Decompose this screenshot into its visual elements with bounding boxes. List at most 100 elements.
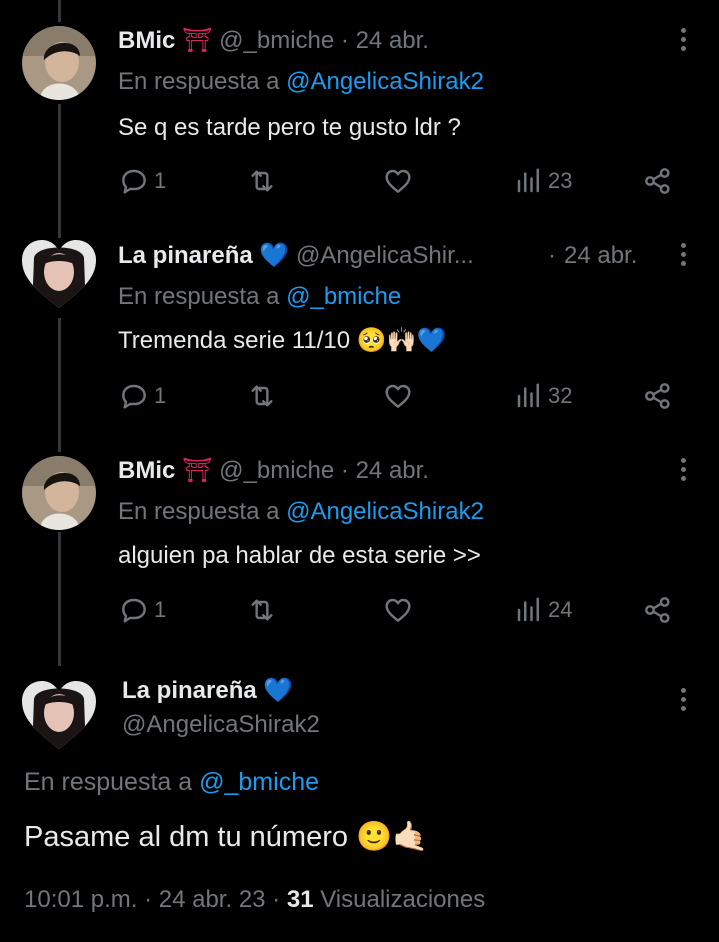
tweet-header: BMic ⛩ @_bmiche · 24 abr. bbox=[118, 26, 429, 56]
share-button[interactable] bbox=[642, 165, 674, 197]
like-button[interactable] bbox=[382, 165, 414, 197]
author-handle[interactable]: @_bmiche bbox=[219, 457, 334, 484]
reply-button[interactable]: 1 bbox=[118, 165, 166, 197]
more-icon[interactable] bbox=[681, 28, 689, 55]
author-name[interactable]: La pinareña bbox=[122, 677, 257, 704]
avatar[interactable] bbox=[22, 456, 96, 530]
avatar[interactable] bbox=[22, 238, 96, 312]
reply-prefix: En respuesta a bbox=[118, 498, 280, 525]
more-icon[interactable] bbox=[681, 458, 689, 485]
retweet-icon bbox=[251, 170, 273, 192]
tweet-date[interactable]: 24 abr. bbox=[356, 27, 429, 54]
reply-button[interactable]: 1 bbox=[118, 380, 166, 412]
blue-heart-emoji: 💙 bbox=[259, 242, 290, 269]
blue-heart-emoji: 💙 bbox=[263, 677, 294, 704]
share-icon bbox=[645, 168, 670, 194]
like-icon bbox=[385, 169, 411, 193]
separator: · bbox=[340, 457, 349, 484]
tweet-text: Tremenda serie 11/10 bbox=[118, 327, 351, 354]
views-button[interactable]: 23 bbox=[514, 165, 572, 197]
reply-icon bbox=[122, 169, 146, 194]
author-name[interactable]: La pinareña bbox=[118, 242, 253, 269]
views-icon bbox=[517, 168, 539, 193]
reply-mention[interactable]: @_bmiche bbox=[286, 283, 401, 310]
reply-mention[interactable]: @AngelicaShirak2 bbox=[286, 498, 484, 525]
tweet-text: Pasame al dm tu número bbox=[24, 821, 348, 853]
tweet-date[interactable]: 24 abr. 23 bbox=[159, 886, 266, 913]
torii-emoji: ⛩ bbox=[182, 27, 213, 54]
reply-icon bbox=[122, 384, 146, 409]
reply-context: En respuesta a @AngelicaShirak2 bbox=[118, 67, 484, 97]
reply-context: En respuesta a @AngelicaShirak2 bbox=[118, 497, 484, 527]
retweet-icon bbox=[251, 599, 273, 621]
tweet-date[interactable]: 24 abr. bbox=[356, 457, 429, 484]
views-label[interactable]: Visualizaciones bbox=[320, 886, 485, 913]
tweet[interactable]: BMic ⛩ @_bmiche · 24 abr. En respuesta a… bbox=[0, 430, 719, 645]
reply-context: En respuesta a @_bmiche bbox=[24, 767, 319, 797]
view-count: 32 bbox=[548, 383, 573, 408]
retweet-button[interactable] bbox=[246, 594, 278, 626]
views-button[interactable]: 24 bbox=[514, 594, 572, 626]
like-button[interactable] bbox=[382, 594, 414, 626]
tweet-meta: 10:01 p.m. · 24 abr. 23 · 31 Visualizaci… bbox=[24, 885, 485, 915]
share-button[interactable] bbox=[642, 594, 674, 626]
tweet-text: alguien pa hablar de esta serie >> bbox=[118, 542, 481, 569]
author-handle[interactable]: @AngelicaShirak2 bbox=[122, 710, 320, 740]
reply-mention[interactable]: @_bmiche bbox=[199, 768, 319, 796]
separator: · bbox=[548, 242, 556, 269]
reply-context: En respuesta a @_bmiche bbox=[118, 282, 401, 312]
separator: · bbox=[144, 886, 153, 913]
tweet-header: BMic ⛩ @_bmiche · 24 abr. bbox=[118, 456, 429, 486]
reply-count: 1 bbox=[154, 383, 167, 408]
like-icon bbox=[385, 598, 411, 622]
reply-mention[interactable]: @AngelicaShirak2 bbox=[286, 68, 484, 95]
more-icon[interactable] bbox=[681, 243, 689, 270]
retweet-icon bbox=[251, 385, 273, 407]
tweet[interactable]: La pinareña 💙 @AngelicaShir... · 24 abr.… bbox=[0, 215, 719, 430]
views-icon bbox=[517, 597, 539, 622]
main-tweet: La pinareña 💙 @AngelicaShirak2 En respue… bbox=[0, 645, 719, 942]
view-count: 24 bbox=[548, 597, 573, 622]
more-icon[interactable] bbox=[681, 688, 689, 715]
main-author-name-row: La pinareña 💙 bbox=[122, 676, 293, 706]
like-button[interactable] bbox=[382, 380, 414, 412]
avatar[interactable] bbox=[22, 26, 96, 100]
tweet-emojis: 🥺🙌🏻💙 bbox=[356, 327, 447, 354]
reply-button[interactable]: 1 bbox=[118, 594, 166, 626]
tweet-text-container: Tremenda serie 11/10 🥺🙌🏻💙 bbox=[118, 326, 446, 356]
tweet-text: Se q es tarde pero te gusto ldr ? bbox=[118, 114, 461, 141]
share-button[interactable] bbox=[642, 380, 674, 412]
action-bar: 1 23 bbox=[118, 165, 678, 199]
torii-emoji: ⛩ bbox=[182, 457, 213, 484]
tweet-time[interactable]: 10:01 p.m. bbox=[24, 886, 137, 913]
tweet-header: La pinareña 💙 @AngelicaShir... · 24 abr. bbox=[118, 241, 678, 271]
views-count[interactable]: 31 bbox=[287, 886, 314, 913]
reply-count: 1 bbox=[154, 597, 167, 622]
main-tweet-text-container: Pasame al dm tu número 🙂🤙🏻 bbox=[24, 819, 428, 855]
separator: · bbox=[340, 27, 349, 54]
action-bar: 1 32 bbox=[118, 380, 678, 414]
reply-icon bbox=[122, 598, 146, 623]
retweet-button[interactable] bbox=[246, 380, 278, 412]
author-name[interactable]: BMic bbox=[118, 27, 175, 54]
retweet-button[interactable] bbox=[246, 165, 278, 197]
reply-prefix: En respuesta a bbox=[118, 283, 280, 310]
author-name[interactable]: BMic bbox=[118, 457, 175, 484]
view-count: 23 bbox=[548, 168, 573, 193]
reply-count: 1 bbox=[154, 168, 167, 193]
author-handle[interactable]: @_bmiche bbox=[219, 27, 334, 54]
like-icon bbox=[385, 384, 411, 408]
tweet-emojis: 🙂🤙🏻 bbox=[356, 821, 429, 853]
tweet-date[interactable]: 24 abr. bbox=[564, 241, 637, 271]
views-icon bbox=[517, 383, 539, 408]
share-icon bbox=[645, 383, 670, 409]
reply-prefix: En respuesta a bbox=[24, 768, 193, 796]
tweet[interactable]: BMic ⛩ @_bmiche · 24 abr. En respuesta a… bbox=[0, 0, 719, 215]
reply-prefix: En respuesta a bbox=[118, 68, 280, 95]
author-handle[interactable]: @AngelicaShir... bbox=[296, 242, 474, 269]
views-button[interactable]: 32 bbox=[514, 380, 572, 412]
separator: · bbox=[272, 886, 281, 913]
avatar[interactable] bbox=[22, 679, 96, 753]
action-bar: 1 24 bbox=[118, 594, 678, 628]
share-icon bbox=[645, 597, 670, 623]
